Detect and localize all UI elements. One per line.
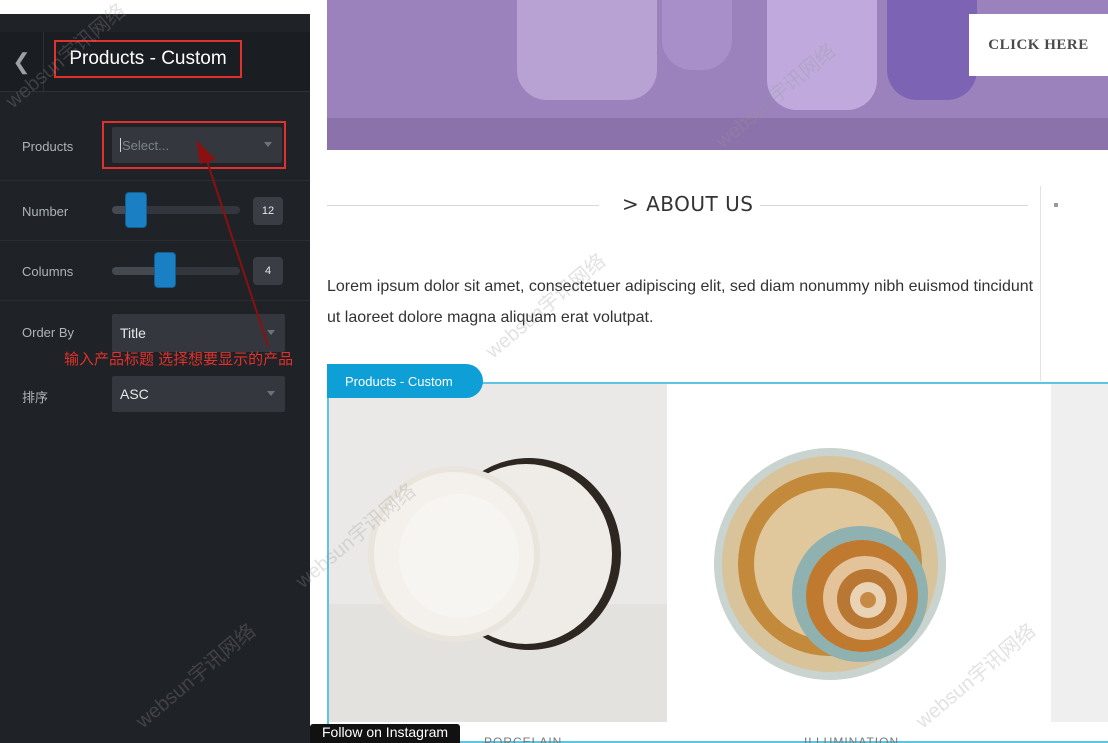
products-block-tag[interactable]: Products - Custom: [327, 364, 483, 398]
illumination-bowl-image: [714, 448, 946, 680]
product-caption[interactable]: ILLUMINATION: [804, 735, 899, 743]
customizer-sidebar: ❮ Products - Custom Products Select... N…: [0, 0, 310, 743]
banner-vase: [887, 0, 977, 100]
banner-shelf: [327, 118, 1108, 150]
about-text: Lorem ipsum dolor sit amet, consectetuer…: [327, 278, 1034, 326]
banner-vase: [662, 0, 732, 70]
product-card-illumination[interactable]: [670, 384, 1008, 722]
about-title: ABOUT US: [646, 192, 754, 216]
about-divider-left: [327, 205, 599, 206]
porcelain-plates-image: [329, 458, 667, 722]
follow-instagram-button[interactable]: Follow on Instagram: [310, 724, 461, 743]
chevron-right-icon: >: [622, 192, 640, 216]
product-card-partial[interactable]: [1051, 384, 1108, 722]
product-caption[interactable]: PORCELAIN: [484, 735, 562, 743]
about-divider-right: [760, 205, 1028, 206]
banner-vase: [767, 0, 877, 110]
annotation-text: 输入产品标题 选择想要显示的产品: [64, 351, 294, 368]
preview-area: CLICK HERE > ABOUT US Lorem ipsum dolor …: [310, 0, 1108, 743]
about-heading: > ABOUT US: [622, 192, 753, 216]
column-divider: [1040, 186, 1041, 381]
click-here-button[interactable]: CLICK HERE: [969, 14, 1108, 76]
annotation-arrow: [196, 140, 269, 347]
bullet-dot: [1054, 203, 1058, 207]
banner-vase: [517, 0, 657, 100]
product-card-porcelain[interactable]: [329, 384, 667, 722]
